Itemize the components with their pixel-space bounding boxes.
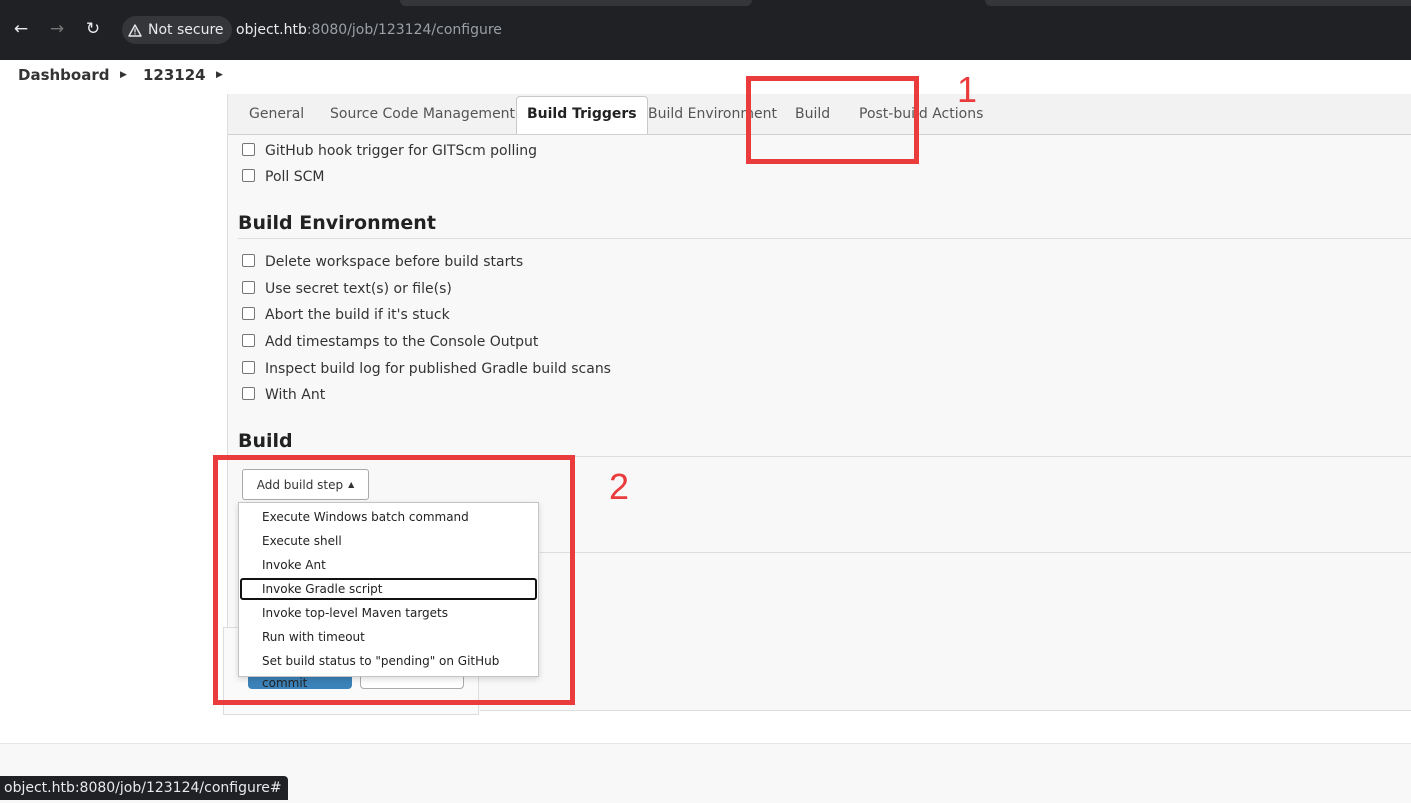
checkbox-row[interactable]: Abort the build if it's stuck <box>242 305 450 325</box>
checkbox[interactable] <box>242 306 255 320</box>
checkbox[interactable] <box>242 386 255 400</box>
checkbox[interactable] <box>242 168 255 182</box>
warning-triangle-icon <box>128 23 142 37</box>
checkbox-row[interactable]: GitHub hook trigger for GITScm polling <box>242 141 537 161</box>
checkbox-label: With Ant <box>265 387 326 403</box>
back-arrow-icon[interactable]: ← <box>10 18 32 40</box>
chevron-right-icon[interactable]: ▶ <box>216 65 223 85</box>
checkbox-row[interactable]: Delete workspace before build starts <box>242 252 523 272</box>
divider <box>540 552 1411 553</box>
checkbox-row[interactable]: Add timestamps to the Console Output <box>242 332 538 352</box>
url-host: object.htb <box>236 22 307 38</box>
section-title-build: Build <box>238 430 293 452</box>
checkbox[interactable] <box>242 142 255 156</box>
breadcrumb-dashboard[interactable]: Dashboard <box>18 65 109 85</box>
checkbox-label: Inspect build log for published Gradle b… <box>265 361 611 377</box>
browser-tab[interactable] <box>985 0 1411 6</box>
checkbox-label: GitHub hook trigger for GITScm polling <box>265 143 538 159</box>
address-bar[interactable]: object.htb:8080/job/123124/configure <box>236 20 502 40</box>
url-path: :8080/job/123124/configure <box>306 22 502 38</box>
browser-toolbar: ← → ↻ Not secure object.htb:8080/job/123… <box>0 0 1411 60</box>
annotation-number-1: 1 <box>957 69 978 110</box>
checkbox-label: Use secret text(s) or file(s) <box>265 281 452 297</box>
checkbox[interactable] <box>242 280 255 294</box>
section-title-build-environment: Build Environment <box>238 212 436 234</box>
breadcrumb-job[interactable]: 123124 <box>143 65 206 85</box>
divider <box>480 710 1411 711</box>
checkbox[interactable] <box>242 333 255 347</box>
security-indicator[interactable]: Not secure <box>122 16 232 44</box>
forward-arrow-icon[interactable]: → <box>46 18 68 40</box>
breadcrumb: Dashboard ▶ 123124 ▶ <box>0 60 1411 94</box>
tab-build-triggers[interactable]: Build Triggers <box>516 96 648 134</box>
checkbox[interactable] <box>242 360 255 374</box>
checkbox-row[interactable]: Poll SCM <box>242 167 324 187</box>
status-bar-url: object.htb:8080/job/123124/configure# <box>0 776 288 800</box>
reload-icon[interactable]: ↻ <box>82 18 104 40</box>
tab-general[interactable]: General <box>239 94 314 134</box>
annotation-box-2 <box>213 455 575 705</box>
checkbox-label: Abort the build if it's stuck <box>265 307 450 323</box>
chevron-right-icon[interactable]: ▶ <box>120 65 127 85</box>
security-label: Not secure <box>148 22 224 38</box>
divider <box>238 238 1411 239</box>
checkbox-row[interactable]: Inspect build log for published Gradle b… <box>242 359 611 379</box>
checkbox-row[interactable]: Use secret text(s) or file(s) <box>242 279 452 299</box>
annotation-box-1 <box>746 76 919 164</box>
browser-tab[interactable] <box>400 0 752 6</box>
checkbox-row[interactable]: With Ant <box>242 385 325 405</box>
checkbox-label: Add timestamps to the Console Output <box>265 334 539 350</box>
checkbox-label: Poll SCM <box>265 169 325 185</box>
tab-source-code-management[interactable]: Source Code Management <box>320 94 525 134</box>
annotation-number-2: 2 <box>609 466 630 507</box>
checkbox[interactable] <box>242 253 255 267</box>
checkbox-label: Delete workspace before build starts <box>265 254 524 270</box>
